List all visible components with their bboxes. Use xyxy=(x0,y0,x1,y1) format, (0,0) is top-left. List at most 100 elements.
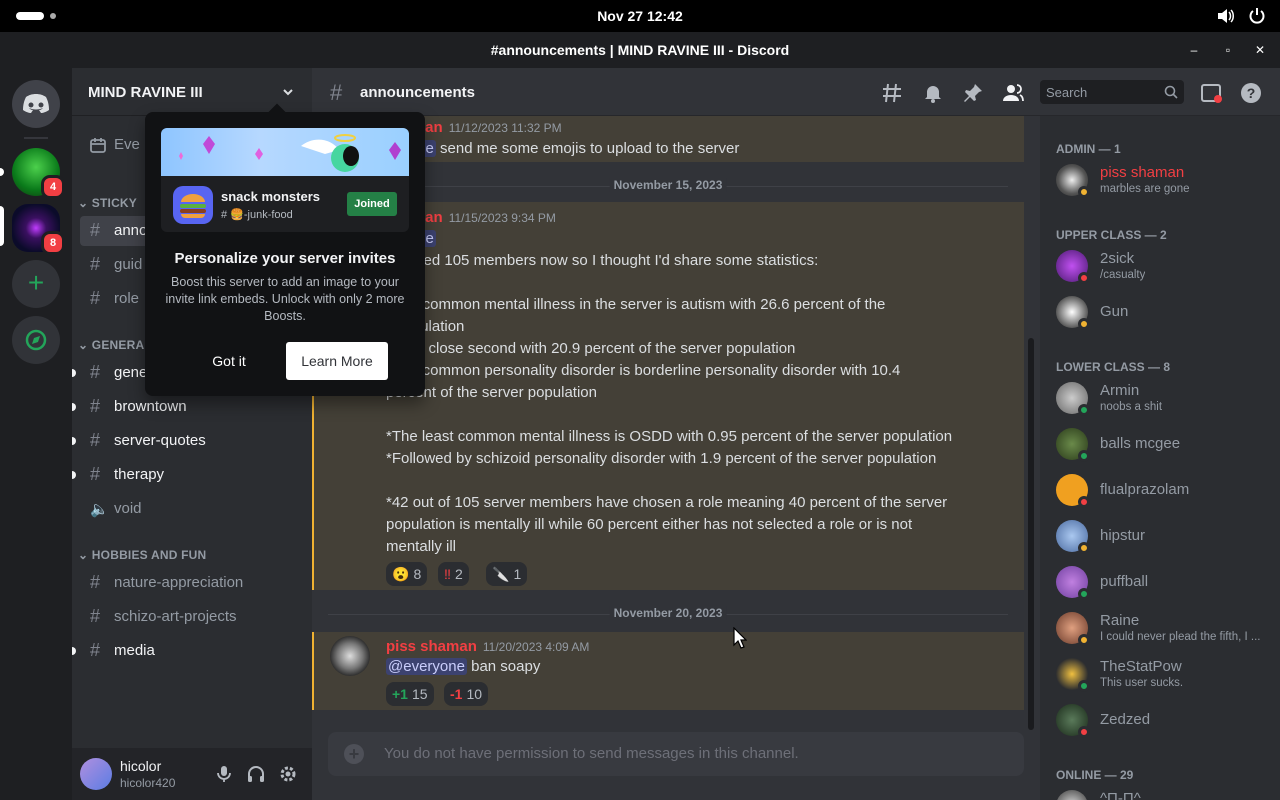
member-item[interactable]: ^Π-Π^ xyxy=(1048,786,1272,800)
message-item[interactable]: piss shaman 11/20/2023 4:09 AM @everyone … xyxy=(312,632,1024,710)
banner-decoration-icon xyxy=(179,134,401,172)
system-clock[interactable]: Nov 27 12:42 xyxy=(0,8,1280,24)
mouse-cursor-icon xyxy=(733,627,747,649)
hash-icon: # xyxy=(90,464,101,484)
pin-icon[interactable] xyxy=(962,82,984,104)
attach-plus-icon[interactable]: + xyxy=(344,744,364,764)
server-name: MIND RAVINE III xyxy=(88,84,203,101)
channel-browntown[interactable]: # browntown xyxy=(72,392,304,422)
invite-server-name: snack monsters xyxy=(221,189,320,204)
message-author[interactable]: piss shaman xyxy=(386,638,477,655)
member-item[interactable]: hipstur xyxy=(1048,516,1272,558)
channel-nature-appreciation[interactable]: # nature-appreciation xyxy=(80,568,304,598)
explore-servers-button[interactable] xyxy=(12,316,60,364)
member-status-text: noobs a shit xyxy=(1100,401,1163,413)
date-divider: November 20, 2023 xyxy=(328,606,1008,620)
member-group-title: ADMIN — 1 xyxy=(1056,142,1121,156)
close-button[interactable]: ✕ xyxy=(1250,40,1270,60)
status-online-icon xyxy=(1078,450,1090,462)
server-icon-1[interactable]: 4 xyxy=(12,148,65,199)
channel-media[interactable]: # media xyxy=(72,636,304,666)
learn-more-button[interactable]: Learn More xyxy=(286,342,388,380)
unread-pip xyxy=(0,168,4,176)
reaction-button[interactable]: +1 15 xyxy=(386,682,434,706)
member-name: 2sick xyxy=(1100,250,1135,267)
member-item[interactable]: balls mcgee xyxy=(1048,424,1272,466)
window-title-bar: #announcements | MIND RAVINE III - Disco… xyxy=(0,32,1280,68)
member-item[interactable]: TheStatPow This user sucks. xyxy=(1048,654,1272,696)
avatar[interactable] xyxy=(80,758,112,790)
member-list-icon[interactable] xyxy=(1002,82,1024,104)
member-item[interactable]: Gun xyxy=(1048,292,1272,334)
everyone-mention[interactable]: @everyone xyxy=(386,658,467,675)
member-name: Armin xyxy=(1100,382,1140,399)
category-sticky[interactable]: ⌄ STICKY xyxy=(78,196,137,210)
maximize-button[interactable]: ▫ xyxy=(1218,40,1238,60)
member-item[interactable]: Raine I could never plead the fifth, I .… xyxy=(1048,608,1272,650)
rail-separator xyxy=(24,137,48,139)
threads-icon[interactable] xyxy=(882,82,904,104)
message-text: send me some emojis to upload to the ser… xyxy=(440,140,740,157)
member-name: hipstur xyxy=(1100,527,1146,544)
server-icon-mind-ravine[interactable]: 8 xyxy=(12,204,65,255)
status-idle-icon xyxy=(1078,318,1090,330)
gear-icon[interactable] xyxy=(278,764,298,784)
member-item[interactable]: Zedzed xyxy=(1048,700,1272,742)
unread-pip xyxy=(72,403,76,411)
channel-therapy[interactable]: # therapy xyxy=(72,460,304,490)
reaction-emoji: 🔪 xyxy=(492,566,510,582)
system-top-bar: Nov 27 12:42 xyxy=(0,0,1280,32)
reaction-emoji: ‼ xyxy=(444,566,451,582)
speaker-icon: 🔈 xyxy=(90,501,109,518)
reaction-count: 15 xyxy=(411,686,428,702)
bell-icon[interactable] xyxy=(922,82,944,104)
joined-button[interactable]: Joined xyxy=(347,192,397,216)
hash-icon: # xyxy=(90,430,101,450)
headphones-icon[interactable] xyxy=(246,764,266,784)
reaction-button[interactable]: 🔪 1 xyxy=(486,562,528,586)
channel-void[interactable]: 🔈 void xyxy=(80,494,304,524)
member-status-text: I could never plead the fifth, I ... xyxy=(1100,631,1261,643)
channel-schizo-art-projects[interactable]: # schizo-art-projects xyxy=(80,602,304,632)
inbox-icon[interactable] xyxy=(1200,82,1222,104)
reaction-button[interactable]: ‼ 2 xyxy=(438,562,469,586)
reaction-button[interactable]: -1 10 xyxy=(444,682,489,706)
help-icon[interactable]: ? xyxy=(1240,82,1262,104)
got-it-button[interactable]: Got it xyxy=(191,342,267,380)
minimize-button[interactable]: ‒ xyxy=(1184,40,1204,60)
member-name: puffball xyxy=(1100,573,1149,590)
member-item[interactable]: Armin noobs a shit xyxy=(1048,378,1272,420)
message-line: population is mentally ill while 60 perc… xyxy=(386,516,913,533)
avatar[interactable] xyxy=(330,636,370,676)
reaction-count: 8 xyxy=(413,566,422,582)
message-scrollbar[interactable] xyxy=(1028,338,1034,730)
user-name: hicolor xyxy=(120,758,162,774)
reaction-button[interactable]: 😮 8 xyxy=(386,562,428,586)
compass-icon xyxy=(25,329,47,351)
mention-badge: 8 xyxy=(41,231,65,255)
member-list: ADMIN — 1 piss shaman marbles are gone U… xyxy=(1040,116,1280,800)
member-item[interactable]: 2sick /casualty xyxy=(1048,246,1272,288)
volume-icon[interactable] xyxy=(1216,7,1234,25)
status-dnd-icon xyxy=(1078,496,1090,508)
member-item[interactable]: flualprazolam xyxy=(1048,470,1272,512)
member-item[interactable]: piss shaman marbles are gone xyxy=(1048,160,1272,202)
search-input[interactable]: Search xyxy=(1040,80,1184,104)
message-timestamp: 11/20/2023 4:09 AM xyxy=(482,640,590,654)
member-name: ^Π-Π^ xyxy=(1100,790,1141,800)
invite-preview-card: snack monsters # 🍔-junk-food Joined xyxy=(161,128,409,232)
hash-icon: # xyxy=(90,362,101,382)
message-line: D is a close second with 20.9 percent of… xyxy=(386,340,796,357)
category-general[interactable]: ⌄ GENERAL xyxy=(78,338,152,352)
member-item[interactable]: puffball xyxy=(1048,562,1272,604)
channel-server-quotes[interactable]: # server-quotes xyxy=(72,426,304,456)
add-server-button[interactable]: + xyxy=(12,260,60,308)
message-text: ban soapy xyxy=(471,658,541,675)
direct-messages-button[interactable] xyxy=(12,80,60,128)
category-hobbies[interactable]: ⌄ HOBBIES AND FUN xyxy=(78,548,206,562)
message-composer[interactable]: + You do not have permission to send mes… xyxy=(328,732,1024,776)
member-name: Raine xyxy=(1100,612,1140,629)
message-line: most common mental illness in the server… xyxy=(386,296,886,313)
microphone-icon[interactable] xyxy=(214,764,234,784)
power-icon[interactable] xyxy=(1248,7,1266,25)
